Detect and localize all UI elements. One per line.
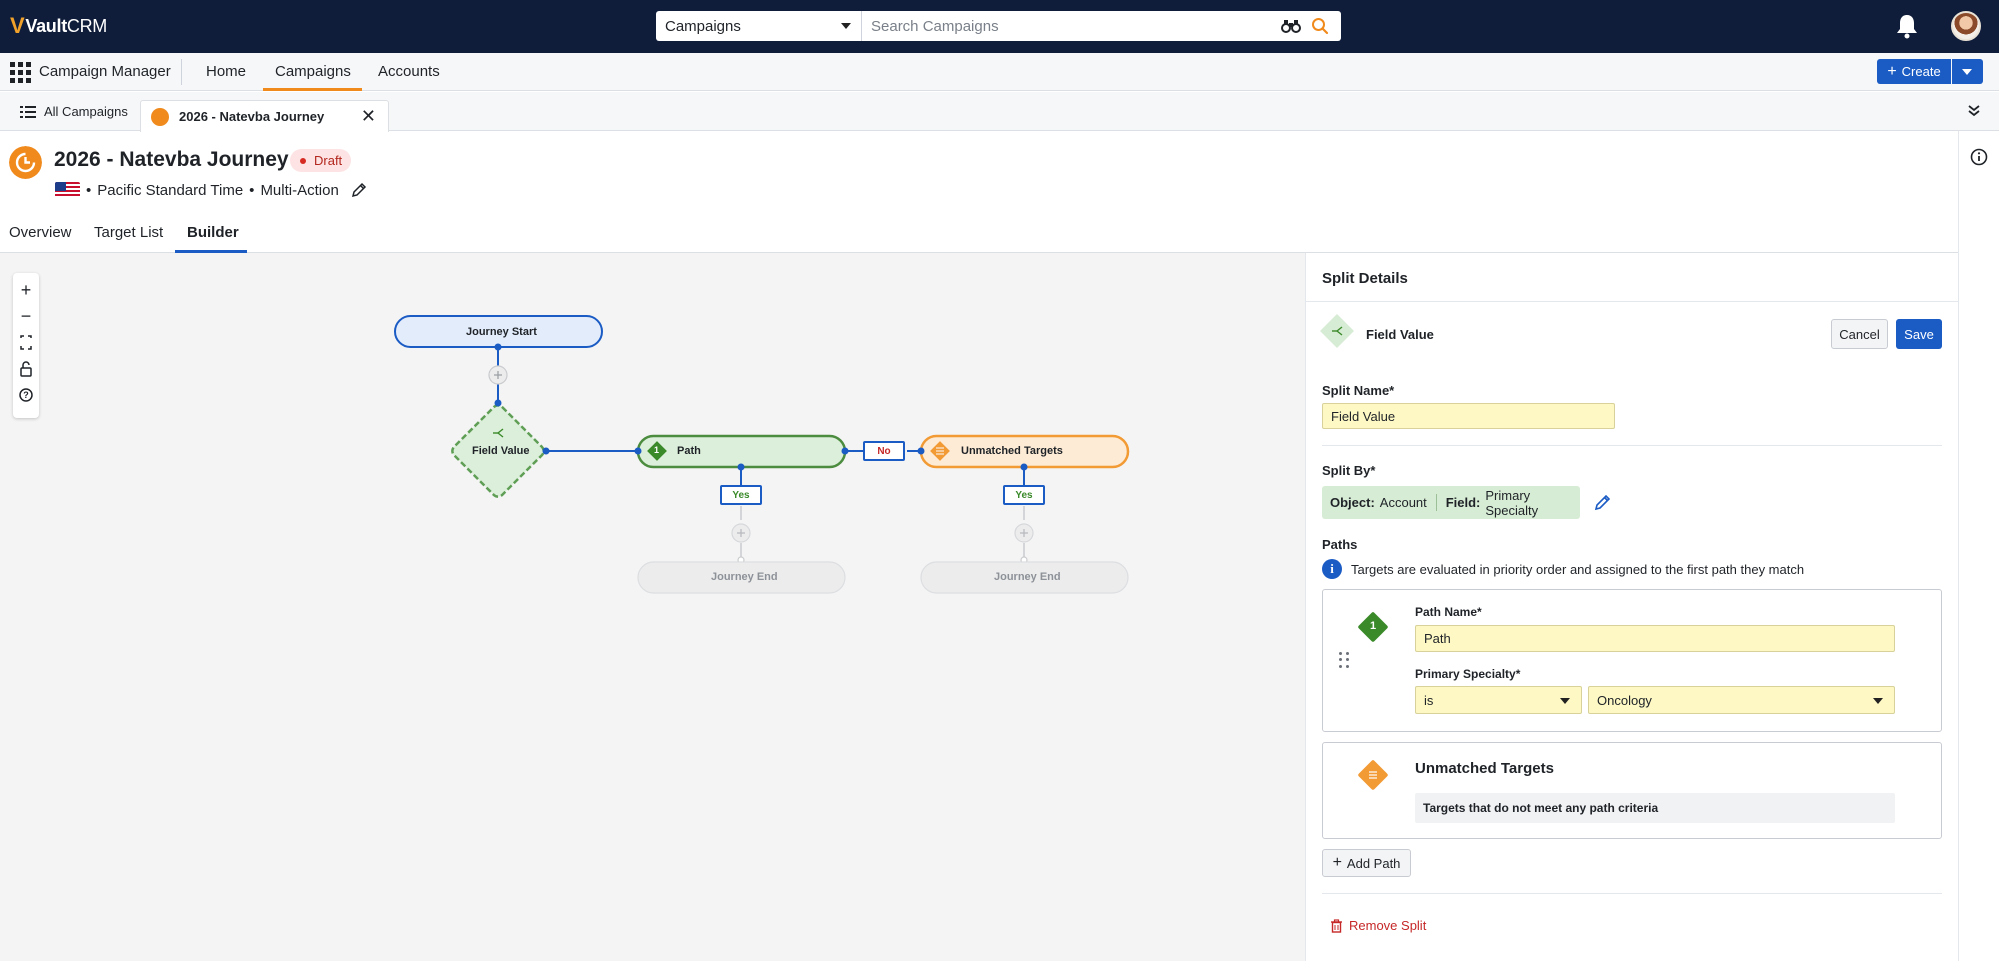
remove-split-button[interactable]: Remove Split [1330, 918, 1426, 933]
split-details-panel: Split Details Field Value Cancel Save Sp… [1305, 253, 1959, 961]
operator-select[interactable]: is [1415, 686, 1582, 714]
split-type-label: Field Value [1366, 327, 1434, 342]
criteria-separator [1435, 494, 1437, 511]
section-divider [1322, 445, 1942, 446]
canvas-toolbar: + − ? [13, 273, 39, 418]
flow-diagram [394, 315, 1130, 594]
field-key: Field: [1445, 495, 1481, 510]
split-name-label: Split Name* [1322, 383, 1395, 398]
split-name-input[interactable]: Field Value [1322, 403, 1615, 429]
split-branch-icon [1332, 326, 1343, 336]
user-avatar[interactable] [1951, 11, 1981, 41]
path-node-number: 1 [654, 445, 660, 455]
zoom-in-icon[interactable]: + [13, 279, 39, 301]
notifications-bell-icon[interactable] [1894, 12, 1920, 40]
fit-screen-icon[interactable] [13, 332, 39, 354]
journey-start-label: Journey Start [466, 326, 537, 338]
unmatched-targets-card: Unmatched Targets Targets that do not me… [1322, 742, 1942, 839]
split-by-label: Split By* [1322, 463, 1376, 478]
unmatched-description: Targets that do not meet any path criter… [1415, 793, 1895, 823]
paths-hint: Targets are evaluated in priority order … [1351, 562, 1805, 577]
criteria-label: Primary Specialty* [1415, 667, 1521, 681]
panel-title: Split Details [1322, 270, 1408, 287]
drag-handle-icon[interactable] [1339, 652, 1349, 668]
zoom-out-icon[interactable]: − [13, 305, 39, 327]
path-priority-number: 1 [1369, 620, 1377, 632]
svg-text:?: ? [23, 390, 29, 400]
specialty-value-select[interactable]: Oncology [1588, 686, 1895, 714]
journey-end-label: Journey End [711, 571, 778, 583]
add-path-label: Add Path [1346, 855, 1401, 871]
search-icon[interactable] [1311, 17, 1329, 35]
unmatched-title: Unmatched Targets [1415, 760, 1554, 777]
object-value: Account [1379, 495, 1427, 510]
trash-icon [1331, 918, 1342, 933]
plus-icon: + [1332, 854, 1342, 871]
path-card: 1 Path Name* Path Primary Specialty* is … [1322, 589, 1942, 732]
info-icon[interactable] [1970, 148, 1988, 166]
info-icon: i [1322, 559, 1342, 579]
split-node-label: Field Value [472, 445, 530, 457]
cancel-button[interactable]: Cancel [1831, 319, 1888, 349]
split-by-criteria: Object: Account Field: Primary Specialty [1322, 486, 1580, 519]
help-icon[interactable]: ? [13, 384, 39, 406]
section-divider [1322, 893, 1942, 894]
create-dropdown-button[interactable] [1952, 59, 1983, 84]
paths-label: Paths [1322, 537, 1358, 552]
unlock-icon[interactable] [13, 358, 39, 380]
path-name-input[interactable]: Path [1415, 625, 1895, 652]
journey-end-label: Journey End [994, 571, 1061, 583]
path-node-label: Path [677, 445, 701, 457]
path-name-label: Path Name* [1415, 605, 1482, 619]
create-button[interactable]: + Create [1877, 59, 1951, 84]
panel-divider [1306, 301, 1959, 302]
save-button[interactable]: Save [1896, 319, 1942, 349]
yes-branch-chip[interactable]: Yes [1003, 485, 1045, 505]
side-rail-divider [1958, 131, 1959, 961]
remove-split-label: Remove Split [1349, 918, 1427, 933]
create-button-label: Create [1901, 64, 1941, 79]
no-branch-chip[interactable]: No [863, 441, 905, 461]
list-icon [1369, 771, 1377, 779]
path-node[interactable] [636, 434, 847, 469]
unmatched-node-label: Unmatched Targets [961, 445, 1063, 457]
plus-icon: + [1887, 62, 1897, 80]
field-value: Primary Specialty [1485, 487, 1539, 518]
add-path-button[interactable]: + Add Path [1322, 849, 1411, 877]
yes-branch-chip[interactable]: Yes [720, 485, 762, 505]
object-key: Object: [1330, 495, 1375, 510]
edit-split-by-icon[interactable] [1594, 494, 1611, 511]
double-chevron-down-icon[interactable] [1967, 104, 1981, 118]
